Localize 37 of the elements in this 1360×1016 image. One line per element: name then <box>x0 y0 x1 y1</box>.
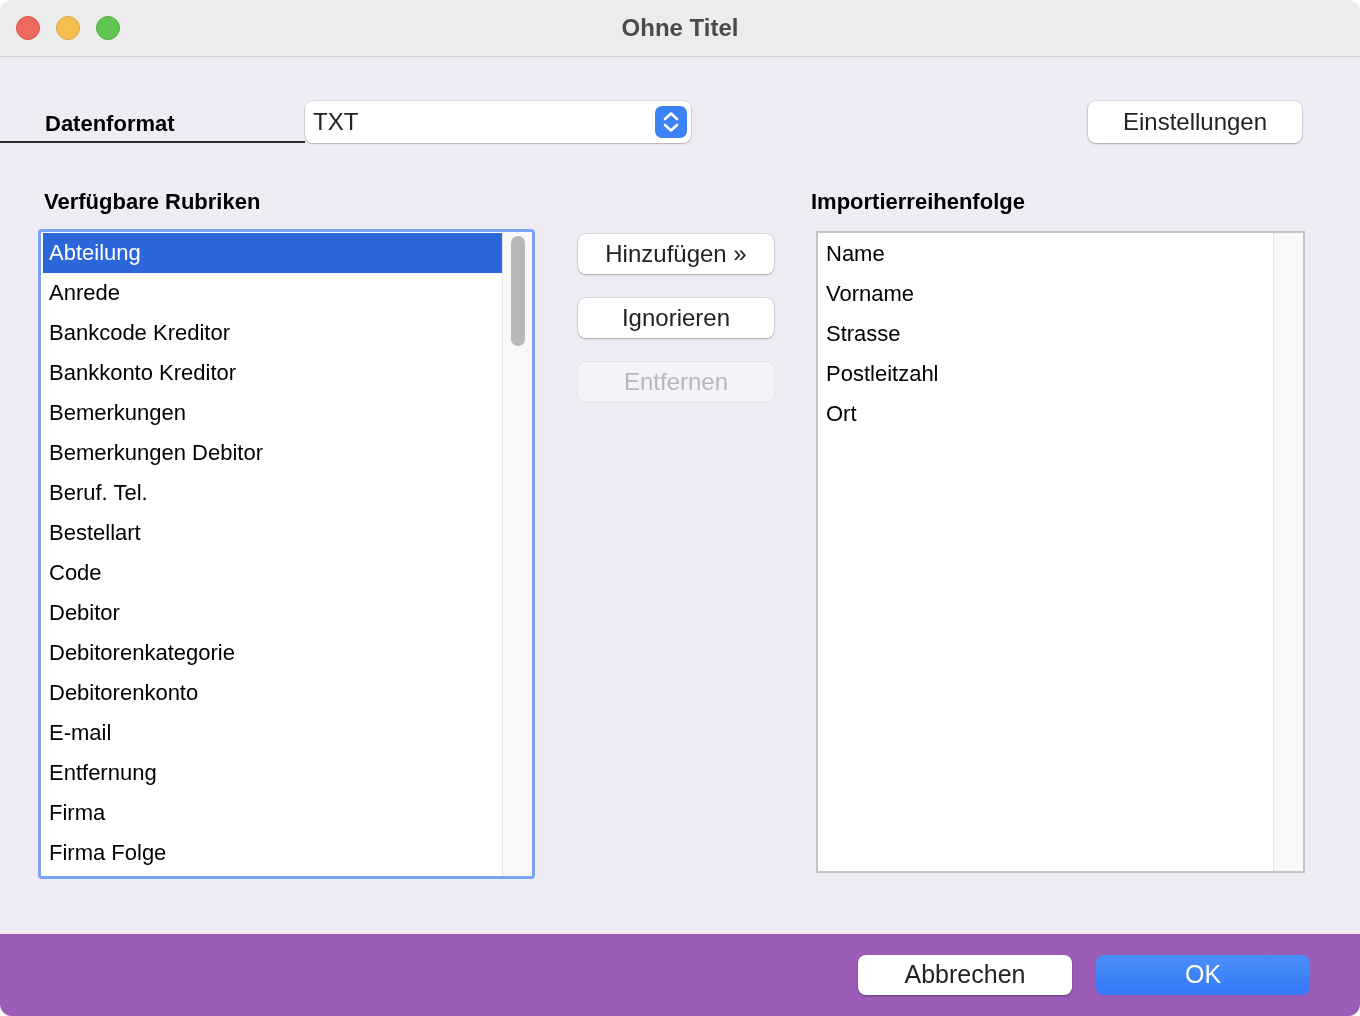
zoom-button[interactable] <box>96 16 120 40</box>
list-item[interactable]: Bestellart <box>43 513 502 553</box>
list-item[interactable]: Code <box>43 553 502 593</box>
scrollbar-thumb[interactable] <box>510 236 525 346</box>
settings-button[interactable]: Einstellungen <box>1088 101 1302 143</box>
list-item[interactable]: Vorname <box>820 274 1273 314</box>
stepper-chevrons-icon <box>655 106 687 138</box>
cancel-button[interactable]: Abbrechen <box>858 955 1072 995</box>
list-item[interactable]: Ort <box>820 394 1273 434</box>
list-item[interactable]: Bankcode Kreditor <box>43 313 502 353</box>
list-item[interactable]: Entfernung <box>43 753 502 793</box>
list-item[interactable]: Bankkonto Kreditor <box>43 353 502 393</box>
list-item[interactable]: Name <box>820 234 1273 274</box>
list-item[interactable]: Debitor <box>43 593 502 633</box>
list-item[interactable]: Bemerkungen <box>43 393 502 433</box>
list-item[interactable]: Strasse <box>820 314 1273 354</box>
list-item[interactable]: Debitorenkategorie <box>43 633 502 673</box>
close-button[interactable] <box>16 16 40 40</box>
list-item[interactable]: Abteilung <box>43 233 502 273</box>
list-item[interactable]: Debitorenkonto <box>43 673 502 713</box>
list-item[interactable]: Bemerkungen Debitor <box>43 433 502 473</box>
list-item[interactable]: Firma Folge <box>43 833 502 873</box>
format-value: TXT <box>313 107 359 137</box>
import-order-heading: Importierreihenfolge <box>811 188 1026 216</box>
list-item[interactable]: Firma <box>43 793 502 833</box>
list-item[interactable]: Postleitzahl <box>820 354 1273 394</box>
ok-button[interactable]: OK <box>1096 955 1310 995</box>
action-button[interactable]: Hinzufügen » <box>578 234 774 274</box>
minimize-button[interactable] <box>56 16 80 40</box>
list-item[interactable]: E-mail <box>43 713 502 753</box>
action-button[interactable]: Ignorieren <box>578 298 774 338</box>
available-fields-heading: Verfügbare Rubriken <box>44 188 262 216</box>
window-title: Ohne Titel <box>621 13 739 43</box>
format-popup[interactable]: TXT <box>305 101 691 143</box>
list-item[interactable]: Anrede <box>43 273 502 313</box>
format-label: Datenformat <box>45 109 175 138</box>
list-item[interactable]: Beruf. Tel. <box>43 473 502 513</box>
